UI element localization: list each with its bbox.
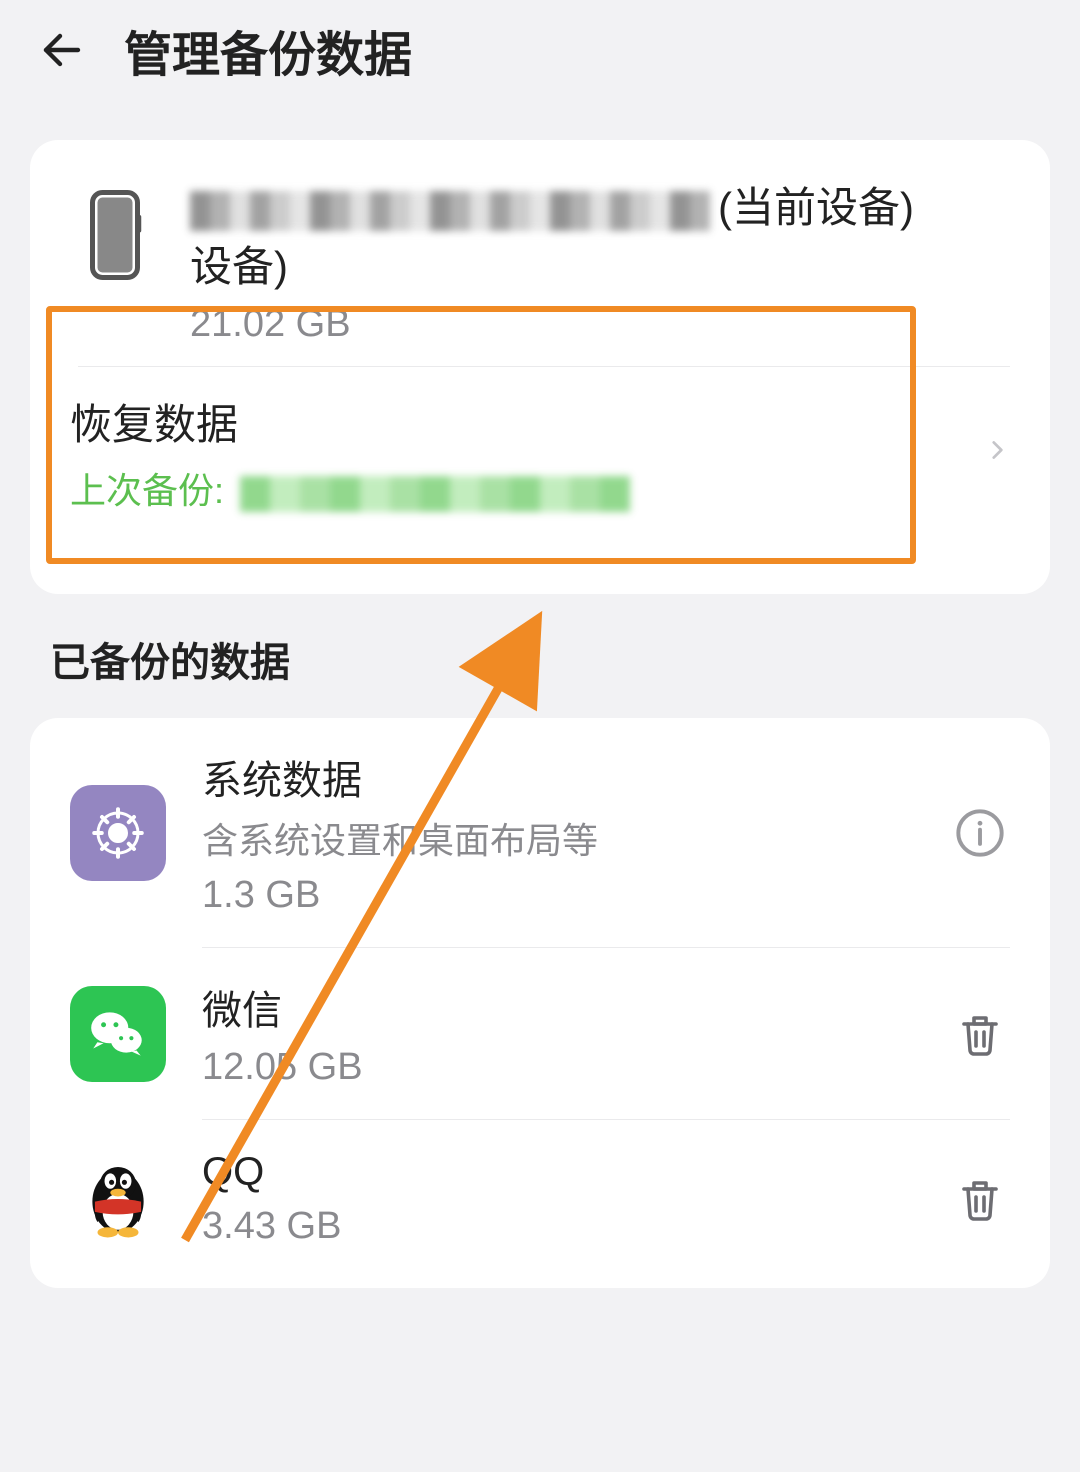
delete-button[interactable] [950,1169,1010,1229]
page-title: 管理备份数据 [124,15,412,85]
restore-data-row[interactable]: 恢复数据 上次备份: [46,367,1034,550]
device-suffix: (当前设备) [718,184,914,231]
qq-penguin-icon [70,1151,166,1247]
app-name: 微信 [202,978,950,1036]
apps-card: 系统数据 含系统设置和桌面布局等 1.3 GB [30,718,1050,1288]
device-info: (当前设备) 设备) 21.02 GB [190,180,1010,346]
redacted-backup-time [240,476,630,512]
app-row-wechat[interactable]: 微信 12.05 GB [30,948,1050,1119]
chevron-right-icon [984,428,1010,477]
device-size: 21.02 GB [190,303,1010,346]
app-row-system[interactable]: 系统数据 含系统设置和桌面布局等 1.3 GB [30,718,1050,947]
app-size: 1.3 GB [202,874,950,917]
restore-title: 恢复数据 [70,391,984,452]
app-row-qq[interactable]: QQ 3.43 GB [30,1120,1050,1278]
app-size: 3.43 GB [202,1205,950,1248]
settings-gear-icon [70,785,166,881]
app-size: 12.05 GB [202,1046,950,1089]
device-card: (当前设备) 设备) 21.02 GB 恢复数据 上次备份: [30,140,1050,594]
last-backup-prefix: 上次备份: [70,470,224,511]
device-name: (当前设备) [190,180,1010,237]
device-row[interactable]: (当前设备) 设备) 21.02 GB [30,140,1050,366]
app-name: QQ [202,1150,950,1195]
phone-icon [70,190,160,280]
app-name: 系统数据 [202,748,950,806]
header: 管理备份数据 [0,0,1080,100]
trash-icon [956,1175,1004,1223]
backed-up-section-header: 已备份的数据 [50,630,1080,688]
info-button[interactable] [950,803,1010,863]
device-name-line2: 设备) [190,239,1010,296]
info-icon [954,807,1006,859]
app-sub: 含系统设置和桌面布局等 [202,812,950,864]
last-backup-label: 上次备份: [70,462,984,514]
delete-button[interactable] [950,1004,1010,1064]
arrow-left-icon [38,26,86,74]
redacted-device-name [190,191,710,231]
trash-icon [956,1010,1004,1058]
wechat-icon [70,986,166,1082]
back-button[interactable] [30,18,94,82]
